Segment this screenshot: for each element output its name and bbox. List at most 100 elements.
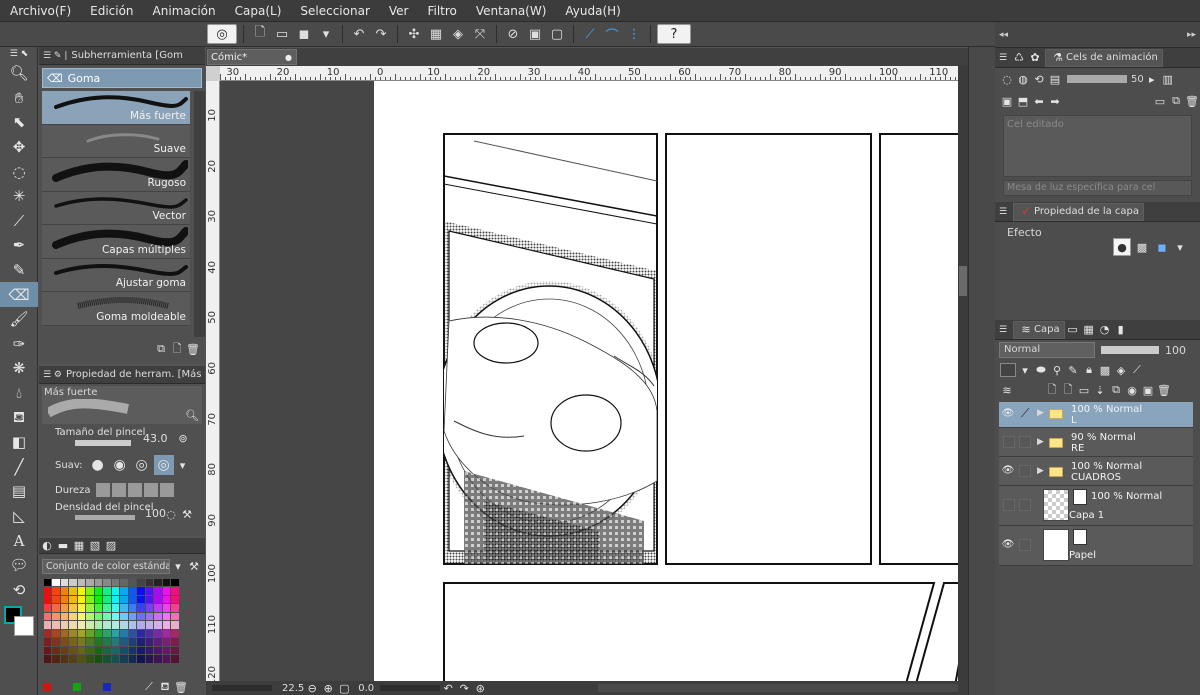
hardness-step-4[interactable] [144, 483, 159, 497]
color-swatch[interactable] [162, 612, 170, 620]
ruler-toggle-icon[interactable]: ⟋ [1130, 363, 1144, 377]
color-swatch[interactable] [154, 604, 162, 612]
tab-animation-cels[interactable]: ⚗ Cels de animación [1045, 48, 1163, 67]
panel-grip-icon[interactable]: ☰ [996, 205, 1010, 219]
color-swatch[interactable] [171, 655, 179, 663]
visibility-eye-icon[interactable]: 👁︎ [1001, 408, 1015, 422]
color-swatch[interactable] [77, 587, 85, 595]
brush-size-slider[interactable] [75, 440, 131, 446]
reset-rotation-icon[interactable]: ⊛ [473, 681, 487, 695]
color-swatch[interactable] [128, 646, 136, 654]
color-swatch[interactable] [77, 612, 85, 620]
color-swatch[interactable] [162, 578, 170, 586]
color-swatch[interactable] [128, 621, 136, 629]
color-swatch[interactable] [60, 638, 68, 646]
arrow-right-icon[interactable]: ➡ [1048, 94, 1062, 108]
zoom-out-icon[interactable]: ⊖ [305, 681, 319, 695]
cel-opacity-value[interactable]: 50 [1131, 74, 1144, 85]
color-swatch[interactable] [137, 629, 145, 637]
color-swatch[interactable] [86, 621, 94, 629]
color-swatch[interactable] [145, 578, 153, 586]
zoom-value[interactable]: 22.5 [282, 683, 304, 694]
color-swatch[interactable] [145, 655, 153, 663]
color-swatch[interactable] [60, 629, 68, 637]
color-swatch[interactable] [94, 604, 102, 612]
color-swatch[interactable] [162, 646, 170, 654]
color-swatch[interactable] [120, 604, 128, 612]
color-swatch[interactable] [111, 612, 119, 620]
color-swatch[interactable] [111, 595, 119, 603]
frame-icon[interactable]: ▤ [0, 479, 38, 504]
color-swatch[interactable] [43, 655, 51, 663]
color-swatch[interactable] [43, 629, 51, 637]
color-swatch[interactable] [154, 595, 162, 603]
color-swatch[interactable] [43, 646, 51, 654]
color-swatch[interactable] [77, 595, 85, 603]
move-layer-icon[interactable]: ✥ [0, 135, 38, 160]
close-icon[interactable]: ● [285, 53, 292, 62]
color-swatch[interactable] [137, 638, 145, 646]
draft-icon[interactable]: ✎ [1066, 363, 1080, 377]
density-slider[interactable] [75, 515, 135, 520]
color-swatch[interactable] [171, 646, 179, 654]
new-vector-layer-icon[interactable]: 🗋 [1061, 383, 1075, 397]
onion-icon[interactable]: ◌ [1000, 72, 1014, 86]
layer-search-tab-icon[interactable]: ▭ [1066, 323, 1080, 337]
visibility-toggle[interactable] [1003, 499, 1015, 511]
tone-effect-icon[interactable]: ▩ [1133, 238, 1151, 256]
color-set-tab-icon[interactable]: ▦ [72, 539, 86, 553]
color-swatch[interactable] [103, 595, 111, 603]
expand-arrow-icon[interactable]: ▶ [1037, 437, 1044, 447]
color-swatch[interactable] [154, 587, 162, 595]
color-swatch[interactable] [77, 629, 85, 637]
trash-icon[interactable]: 🗑︎ [186, 342, 200, 356]
new-mask-icon[interactable]: ◉ [1125, 383, 1139, 397]
fill-icon[interactable]: ⛾ [158, 680, 172, 694]
panel-menu-icon[interactable]: ☰ ⚙ [43, 370, 62, 380]
color-swatch[interactable] [52, 612, 60, 620]
color-swatch[interactable] [60, 646, 68, 654]
hardness-step-1[interactable] [96, 483, 111, 497]
color-swatch[interactable] [60, 604, 68, 612]
cel-opacity-slider[interactable] [1067, 75, 1127, 83]
menu-edicion[interactable]: Edición [80, 0, 142, 22]
help-icon[interactable]: ? [657, 24, 691, 44]
color-swatch[interactable] [128, 595, 136, 603]
color-swatch[interactable] [154, 655, 162, 663]
color-swatch[interactable] [171, 629, 179, 637]
magic-wand-icon[interactable]: ✳ [0, 184, 38, 209]
color-swatch[interactable] [128, 638, 136, 646]
layer-list-icon[interactable]: ≋ [1000, 383, 1014, 397]
color-swatch[interactable] [60, 595, 68, 603]
cel-delete-icon[interactable]: 🗑︎ [1185, 94, 1199, 108]
color-swatch[interactable] [120, 612, 128, 620]
color-swatch[interactable] [103, 604, 111, 612]
transfer-down-icon[interactable]: ⇣ [1093, 383, 1107, 397]
color-swatch[interactable] [128, 655, 136, 663]
brush-ajustar-goma[interactable]: Ajustar goma [42, 258, 190, 292]
chevron-down-icon[interactable]: ▾ [1018, 363, 1032, 377]
navigator-tab-icon[interactable]: ♺ [1012, 51, 1026, 65]
color-swatch[interactable] [103, 578, 111, 586]
brush-suave[interactable]: Suave [42, 124, 190, 158]
soft-dot-4-icon[interactable]: ◎ [153, 455, 174, 475]
rotate-right-icon[interactable]: ↷ [457, 681, 471, 695]
color-swatch[interactable] [162, 604, 170, 612]
color-swatch[interactable] [145, 612, 153, 620]
color-swatch[interactable] [111, 578, 119, 586]
cube-icon[interactable]: ▦ [426, 24, 446, 44]
wrench-icon[interactable]: ⚒ [180, 507, 194, 521]
cel-edit-area[interactable]: Cel editado [1003, 115, 1192, 177]
color-swatch[interactable] [69, 595, 77, 603]
color-swatch[interactable] [86, 646, 94, 654]
snap-ruler-icon[interactable]: ⟋ [580, 24, 600, 44]
color-swatch[interactable] [69, 612, 77, 620]
color-swatch[interactable] [52, 604, 60, 612]
color-swatch[interactable] [43, 638, 51, 646]
eraser-selection-icon[interactable]: ◈ [448, 24, 468, 44]
correct-line-icon[interactable]: ⟲ [0, 577, 38, 602]
cel-swap-icon[interactable]: ⟲ [1032, 72, 1046, 86]
color-swatch[interactable] [94, 655, 102, 663]
color-swatch[interactable] [52, 629, 60, 637]
color-swatch[interactable] [162, 595, 170, 603]
